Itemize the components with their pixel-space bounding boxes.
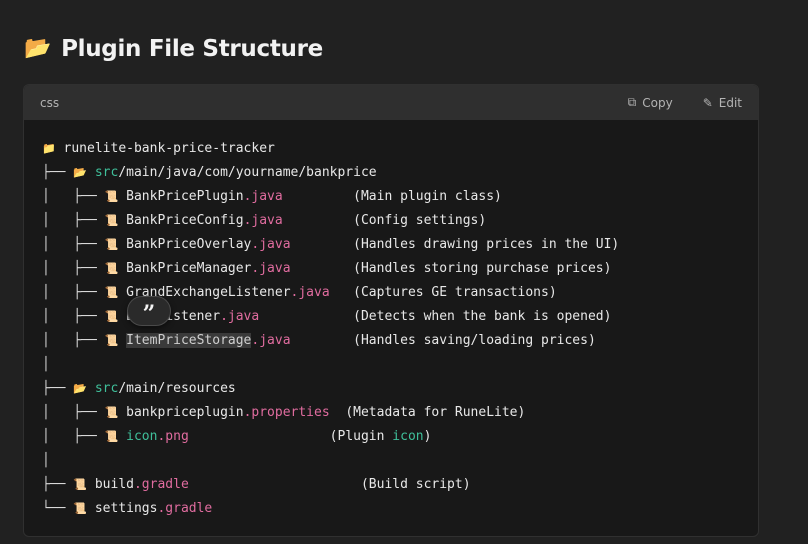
tree-branch: ├── <box>42 165 74 180</box>
file-extension: .java <box>243 213 283 228</box>
file-comment: (Build script) <box>360 477 471 492</box>
open-folder-icon: 📂 <box>24 36 52 61</box>
file-comment: (Config settings) <box>353 213 487 228</box>
section-heading: 📂 Plugin File Structure <box>24 36 323 62</box>
tree-line: ├── 📂 src/main/java/com/yourname/bankpri… <box>42 161 758 185</box>
file-scroll-icon: 📜 <box>104 310 119 323</box>
file-extension: .gradle <box>157 501 213 516</box>
file-scroll-icon: 📜 <box>73 502 88 515</box>
file-comment: (Plugin <box>329 429 393 444</box>
file-comment: (Handles drawing prices in the UI) <box>353 237 620 252</box>
edit-button[interactable]: ✎ Edit <box>703 96 742 110</box>
tree-line: │ ├── 📜 BankPriceConfig.java (Config set… <box>42 209 758 233</box>
file-scroll-icon: 📜 <box>104 334 119 347</box>
tree-branch: │ ├── <box>42 213 105 228</box>
dir-keyword: src <box>94 165 119 180</box>
tree-branch: │ ├── <box>42 429 105 444</box>
pencil-icon: ✎ <box>702 95 713 110</box>
tree-branch: │ ├── <box>42 333 105 348</box>
file-scroll-icon: 📜 <box>73 478 88 491</box>
file-name: BankPriceOverlay <box>126 237 252 252</box>
folder-icon: 📂 <box>73 382 88 395</box>
tree-line: │ ├── 📜 BankPricePlugin.java (Main plugi… <box>42 185 758 209</box>
tree-line: ├── 📂 src/main/resources <box>42 377 758 401</box>
comment-keyword: icon <box>392 429 424 444</box>
tree-line: │ ├── 📜 ItemPriceStorage.java (Handles s… <box>42 329 758 353</box>
file-comment: (Metadata for RuneLite) <box>345 405 526 420</box>
file-scroll-icon: 📜 <box>104 214 119 227</box>
file-comment: (Main plugin class) <box>353 189 502 204</box>
copy-button[interactable]: ⧉ Copy <box>628 95 673 110</box>
file-scroll-icon: 📜 <box>104 238 119 251</box>
file-name: BankPricePlugin <box>126 189 244 204</box>
code-actions: ⧉ Copy ✎ Edit <box>628 95 742 110</box>
copy-icon: ⧉ <box>627 95 637 109</box>
folder-icon: 📁 <box>42 142 56 155</box>
tree-line: │ ├── 📜 bankpriceplugin.properties (Meta… <box>42 401 758 425</box>
tree-branch: │ ├── <box>42 405 105 420</box>
file-name: bankpriceplugin <box>126 405 244 420</box>
file-extension: .png <box>157 429 189 444</box>
tree-branch: │ <box>42 453 50 468</box>
copy-button-label: Copy <box>642 95 673 110</box>
tree-branch: │ ├── <box>42 189 105 204</box>
tree-branch: │ ├── <box>42 285 105 300</box>
file-name: BankPriceManager <box>126 261 252 276</box>
code-language-label: css <box>40 95 60 110</box>
tree-branch: ├── <box>42 381 74 396</box>
file-comment: (Detects when the bank is opened) <box>353 309 612 324</box>
file-extension: .java <box>290 285 330 300</box>
tree-line: │ <box>42 353 758 377</box>
dir-keyword: src <box>94 381 119 396</box>
tree-branch: │ <box>42 357 50 372</box>
file-name: ItemPriceStorage <box>126 333 252 348</box>
tree-branch: │ ├── <box>42 261 105 276</box>
file-name: runelite-bank-price-tracker <box>63 141 275 156</box>
edit-button-label: Edit <box>718 95 742 110</box>
tree-branch: │ ├── <box>42 309 105 324</box>
file-comment: (Handles storing purchase prices) <box>353 261 612 276</box>
tree-line: │ ├── 📜 icon.png (Plugin icon) <box>42 425 758 449</box>
tree-branch: │ ├── <box>42 237 105 252</box>
file-extension: .java <box>220 309 260 324</box>
tree-branch: ├── <box>42 477 74 492</box>
tree-line: │ ├── 📜 BankPriceOverlay.java (Handles d… <box>42 233 758 257</box>
tree-branch: └── <box>42 501 74 516</box>
file-comment: (Handles saving/loading prices) <box>353 333 596 348</box>
file-scroll-icon: 📜 <box>104 406 119 419</box>
heading-title: Plugin File Structure <box>61 36 323 62</box>
file-extension: .java <box>251 237 291 252</box>
file-name: BankPriceConfig <box>126 213 244 228</box>
comment-end: ) <box>423 429 432 444</box>
folder-icon: 📂 <box>73 166 88 179</box>
file-extension: .properties <box>243 405 330 420</box>
tree-line: ├── 📜 build.gradle (Build script) <box>42 473 758 497</box>
tree-line: │ ├── 📜 BankPriceManager.java (Handles s… <box>42 257 758 281</box>
file-extension: .java <box>251 261 291 276</box>
tree-line: 📁 runelite-bank-price-tracker <box>42 137 758 161</box>
file-scroll-icon: 📜 <box>104 286 119 299</box>
file-extension: .java <box>243 189 283 204</box>
file-extension: .gradle <box>133 477 189 492</box>
dir-keyword: icon <box>126 429 158 444</box>
file-comment: (Captures GE transactions) <box>353 285 557 300</box>
quote-icon: ” <box>142 301 156 327</box>
tree-line: └── 📜 settings.gradle <box>42 497 758 521</box>
quote-reply-button[interactable]: ” <box>127 296 171 327</box>
file-scroll-icon: 📜 <box>104 262 119 275</box>
tree-line: │ <box>42 449 758 473</box>
file-name: /main/resources <box>118 381 236 396</box>
file-name: settings <box>94 501 158 516</box>
file-name: build <box>94 477 134 492</box>
file-scroll-icon: 📜 <box>104 190 119 203</box>
file-extension: .java <box>251 333 291 348</box>
file-scroll-icon: 📜 <box>104 430 119 443</box>
code-block-header: css ⧉ Copy ✎ Edit <box>24 85 758 120</box>
file-name: /main/java/com/yourname/bankprice <box>118 165 377 180</box>
